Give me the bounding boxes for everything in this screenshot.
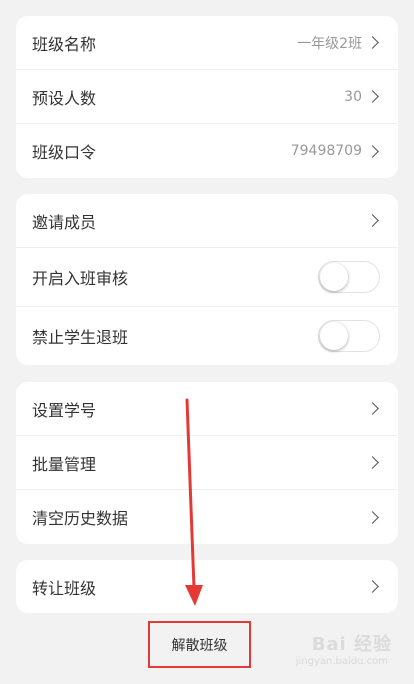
transfer-card: 转让班级 bbox=[16, 560, 398, 613]
batch-manage-label: 批量管理 bbox=[32, 454, 97, 474]
class-name-value: 一年级2班 bbox=[297, 35, 362, 52]
transfer-class-label: 转让班级 bbox=[32, 578, 97, 598]
set-student-id-row[interactable]: 设置学号 bbox=[16, 382, 398, 436]
set-student-id-label: 设置学号 bbox=[32, 400, 97, 420]
forbid-exit-label: 禁止学生退班 bbox=[32, 328, 129, 347]
toggle-knob bbox=[320, 263, 348, 291]
class-name-label: 班级名称 bbox=[32, 34, 97, 54]
class-password-value: 79498709 bbox=[290, 143, 362, 159]
transfer-class-row[interactable]: 转让班级 bbox=[16, 560, 398, 613]
management-card: 设置学号 批量管理 清空历史数据 bbox=[16, 382, 398, 544]
join-approval-label: 开启入班审核 bbox=[32, 269, 129, 288]
class-info-card: 班级名称 一年级2班 预设人数 30 班级口令 79498709 bbox=[16, 16, 398, 178]
member-settings-card: 邀请成员 开启入班审核 禁止学生退班 bbox=[16, 194, 398, 365]
chevron-right-icon bbox=[366, 580, 379, 593]
chevron-right-icon bbox=[366, 144, 379, 158]
chevron-right-icon bbox=[366, 36, 379, 49]
batch-manage-row[interactable]: 批量管理 bbox=[16, 436, 398, 490]
preset-count-label: 预设人数 bbox=[32, 88, 97, 108]
preset-count-row[interactable]: 预设人数 30 bbox=[16, 70, 398, 124]
invite-members-label: 邀请成员 bbox=[32, 212, 97, 232]
preset-count-value: 30 bbox=[344, 88, 362, 105]
class-name-row[interactable]: 班级名称 一年级2班 bbox=[16, 16, 398, 70]
baidu-watermark-url: jingyan.baidu.com bbox=[295, 656, 388, 667]
toggle-knob bbox=[320, 322, 348, 350]
clear-history-row[interactable]: 清空历史数据 bbox=[16, 490, 398, 544]
class-password-label: 班级口令 bbox=[32, 143, 97, 162]
join-approval-toggle[interactable] bbox=[318, 261, 380, 293]
chevron-right-icon bbox=[366, 214, 379, 227]
chevron-right-icon bbox=[366, 510, 379, 524]
forbid-exit-row: 禁止学生退班 bbox=[16, 307, 398, 365]
chevron-right-icon bbox=[366, 90, 379, 103]
disband-class-button[interactable]: 解散班级 bbox=[148, 621, 251, 668]
forbid-exit-toggle[interactable] bbox=[318, 320, 380, 352]
clear-history-label: 清空历史数据 bbox=[32, 509, 129, 528]
class-password-row[interactable]: 班级口令 79498709 bbox=[16, 124, 398, 178]
chevron-right-icon bbox=[366, 402, 379, 415]
join-approval-row: 开启入班审核 bbox=[16, 248, 398, 307]
invite-members-row[interactable]: 邀请成员 bbox=[16, 194, 398, 248]
chevron-right-icon bbox=[366, 456, 379, 469]
baidu-watermark-logo: Bai 经验 bbox=[311, 634, 392, 655]
